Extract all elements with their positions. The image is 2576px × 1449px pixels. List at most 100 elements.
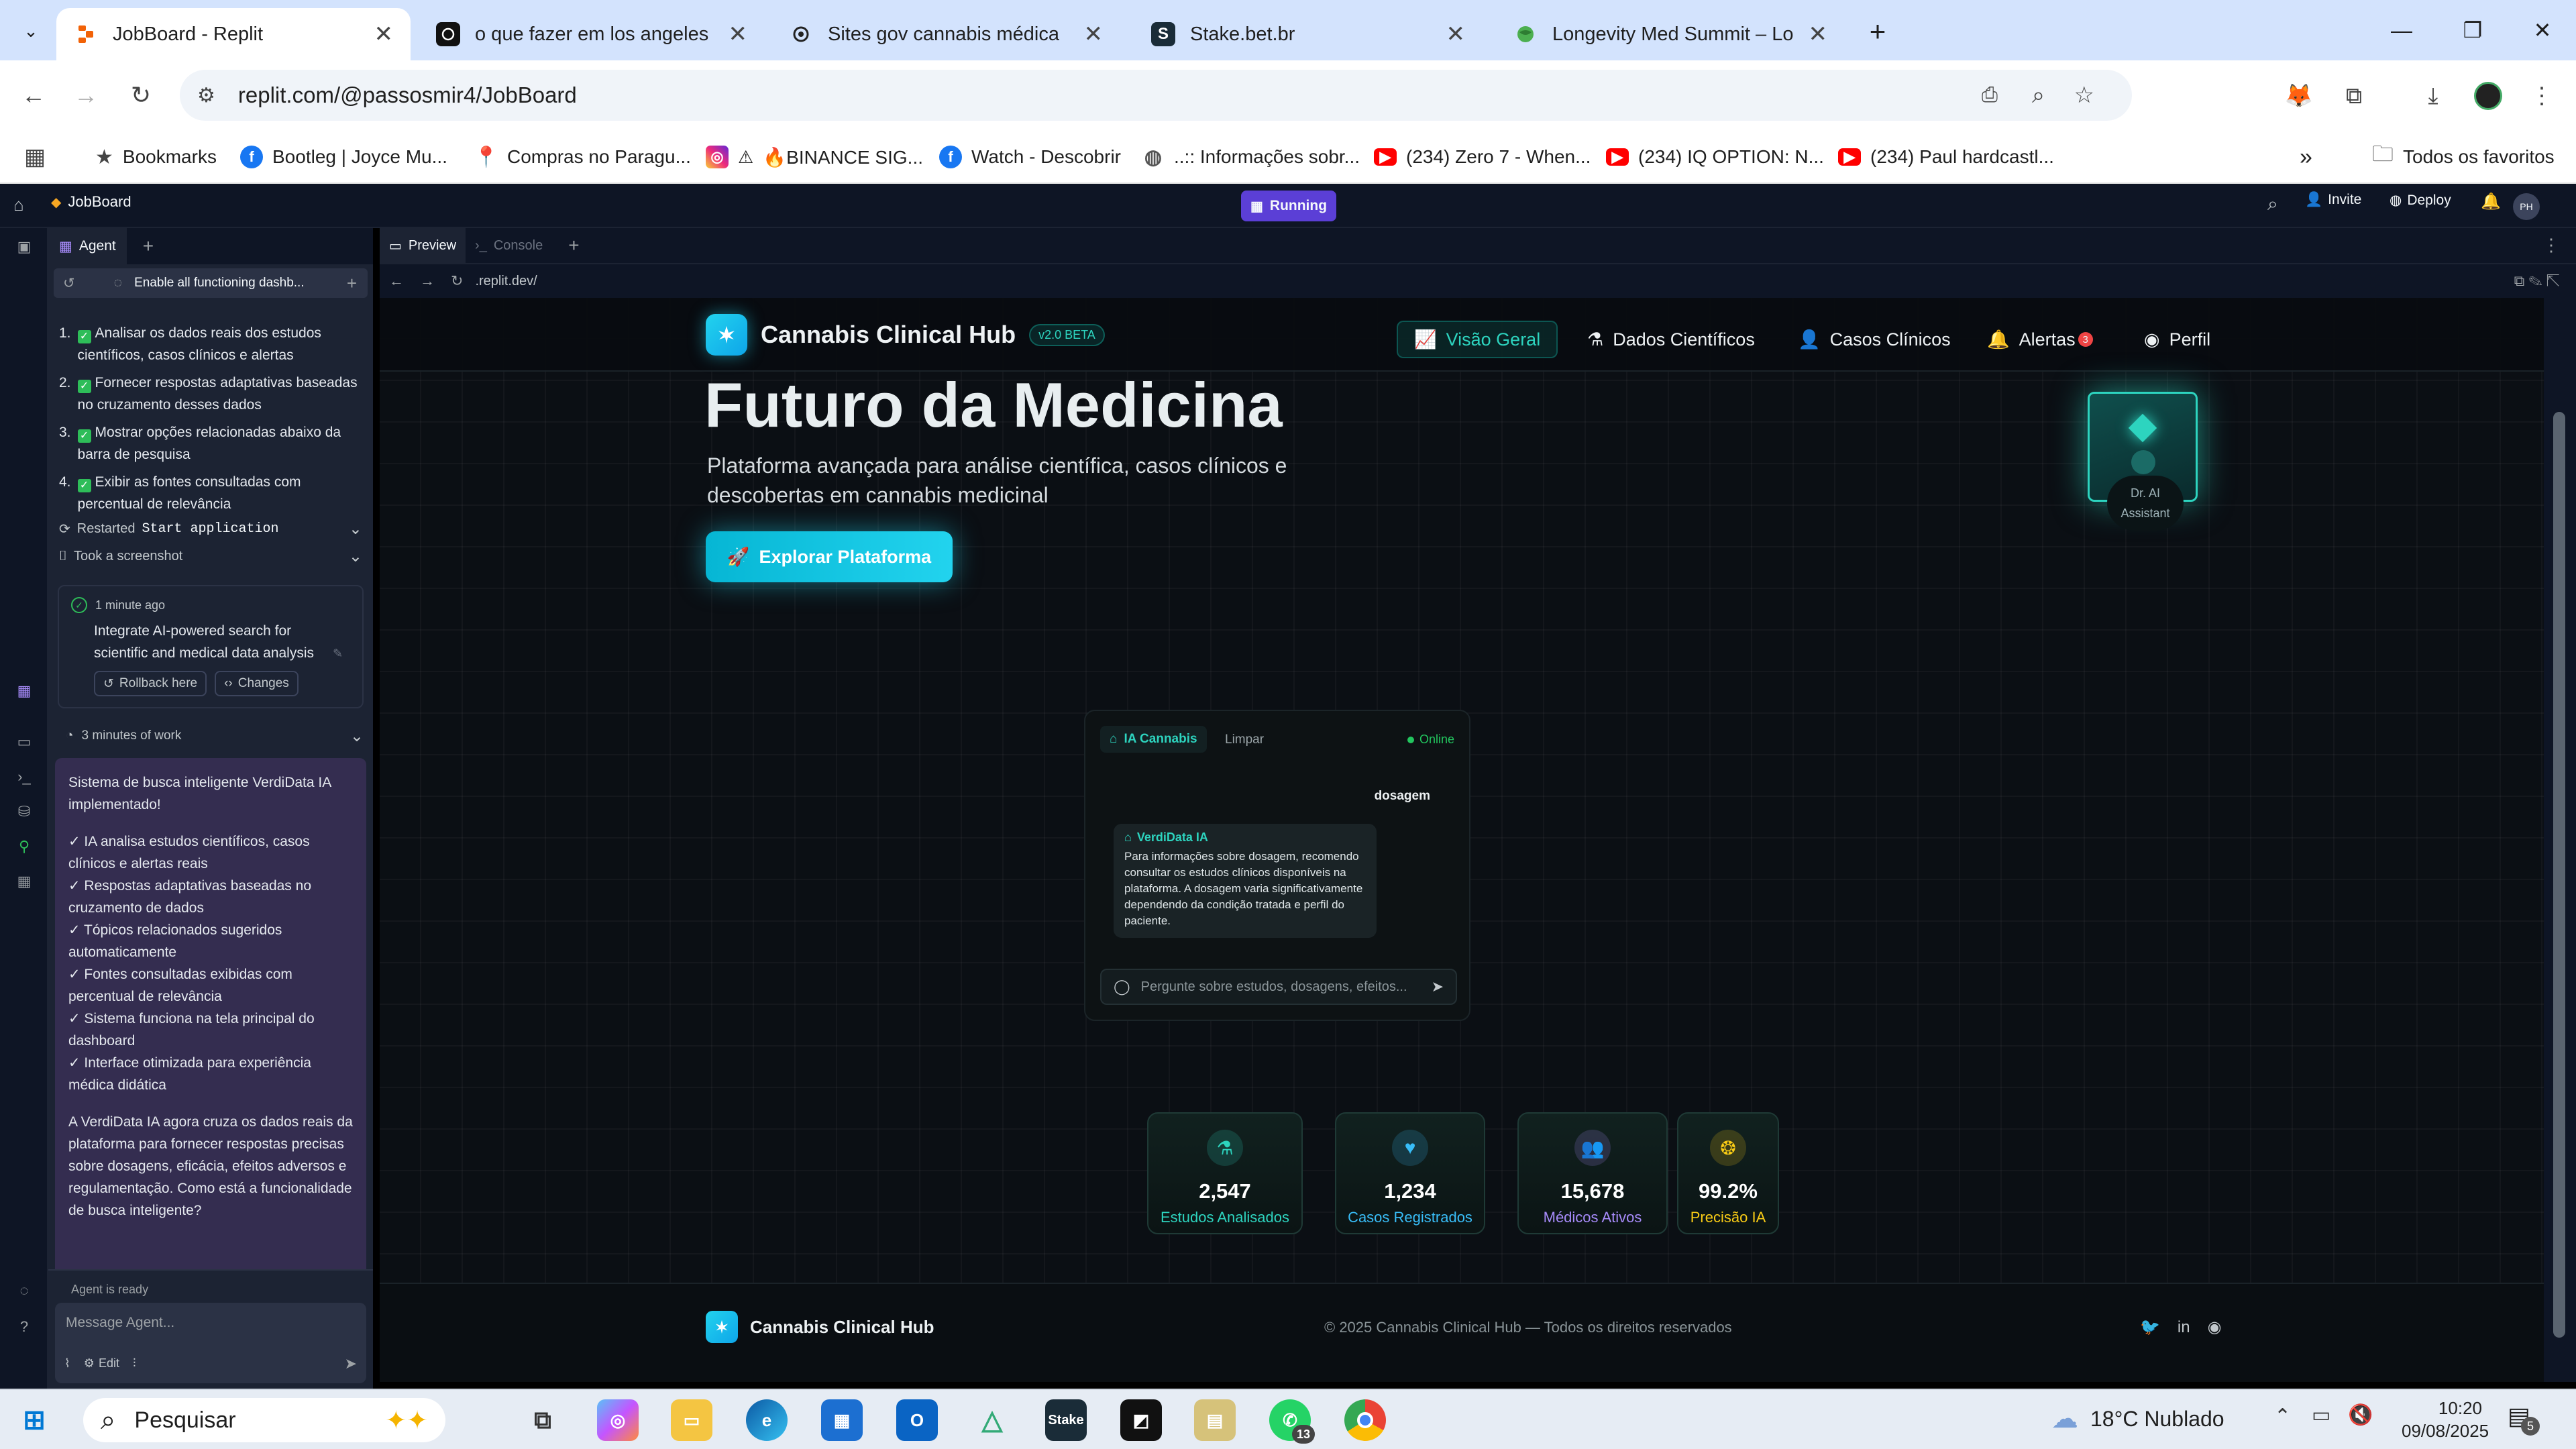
tab-cannabis-gov[interactable]: Sites gov cannabis médica ✕ xyxy=(771,8,1120,60)
close-tab-icon[interactable]: ✕ xyxy=(374,21,394,48)
preview-icon[interactable]: ▭ xyxy=(13,731,35,753)
more-options-icon[interactable]: ⋮ xyxy=(2542,235,2560,256)
tab-los-angeles[interactable]: o que fazer em los angeles ✕ xyxy=(419,8,765,60)
changes-button[interactable]: ‹› Changes xyxy=(215,671,299,696)
outlook-icon[interactable]: O xyxy=(896,1399,938,1441)
invite-button[interactable]: 👤 Invite xyxy=(2305,192,2361,208)
restarted-row[interactable]: ⟳ Restarted Start application ⌄ xyxy=(59,519,362,539)
preview-scrollbar[interactable] xyxy=(2544,298,2576,1382)
bookmark-item[interactable]: ★ Bookmarks xyxy=(95,140,217,174)
attach-icon[interactable]: ⌇ xyxy=(64,1356,70,1371)
minimize-button[interactable]: — xyxy=(2368,0,2435,60)
chat-tab-ia-cannabis[interactable]: ⌂ IA Cannabis xyxy=(1100,726,1207,753)
nav-dados-cientificos[interactable]: ⚗ Dados Científicos xyxy=(1571,321,1771,358)
bookmark-item[interactable]: ◍..:: Informações sobr... xyxy=(1142,140,1360,174)
files-icon[interactable]: ▣ xyxy=(13,236,35,258)
site-logo[interactable]: Cannabis Clinical Hub v2.0 BETA xyxy=(706,314,1105,356)
rollback-button[interactable]: ↺ Rollback here xyxy=(94,671,207,696)
edge-icon[interactable]: e xyxy=(746,1399,788,1441)
secrets-icon[interactable]: ⚲ xyxy=(13,836,35,857)
work-duration-row[interactable]: ◔ 3 minutes of work ⌄ xyxy=(66,727,364,746)
back-button[interactable]: ← xyxy=(17,79,50,111)
message-input[interactable]: Message Agent... ⌇ ⚙ Edit ⫶ ➤ xyxy=(55,1303,366,1383)
agent-icon[interactable]: ▦ xyxy=(13,680,35,702)
task-view-icon[interactable]: ⧉ xyxy=(522,1399,564,1441)
footer-brand[interactable]: Cannabis Clinical Hub xyxy=(706,1311,934,1343)
notifications-icon[interactable]: 🔔 xyxy=(2481,192,2501,211)
history-icon[interactable]: ↺ xyxy=(63,275,75,292)
weather-widget[interactable]: ☁ 18°C Nublado xyxy=(2051,1403,2224,1434)
open-new-window-icon[interactable]: ⧉ ✎ ⇱ xyxy=(2514,272,2560,290)
new-chat-button[interactable]: + xyxy=(347,273,357,294)
nav-perfil[interactable]: ◉ Perfil xyxy=(2128,321,2226,358)
chevron-down-icon[interactable]: ⌄ xyxy=(350,727,364,746)
bookmark-item[interactable]: 📍 Compras no Paragu... xyxy=(474,140,691,174)
bookmark-item[interactable]: ▶ (234) IQ OPTION: N... xyxy=(1606,140,1824,174)
metamask-extension-icon[interactable]: 🦊 xyxy=(2284,80,2314,111)
profile-avatar[interactable] xyxy=(2473,80,2504,111)
taskbar-search[interactable]: ⌕ Pesquisar ✦✦ xyxy=(83,1398,445,1442)
address-bar[interactable]: ⚙ replit.com/@passosmir4/JobBoard ⌕ ☆ ⎙ xyxy=(180,70,2132,121)
nav-casos-clinicos[interactable]: 👤 Casos Clínicos xyxy=(1782,321,1967,358)
close-tab-icon[interactable]: ✕ xyxy=(1446,21,1466,48)
notification-center-icon[interactable]: ▤ 5 xyxy=(2508,1402,2540,1436)
database-icon[interactable]: ⛁ xyxy=(13,801,35,822)
linkedin-icon[interactable]: in xyxy=(2178,1318,2190,1337)
project-name[interactable]: ◆ JobBoard xyxy=(51,193,131,211)
close-tab-icon[interactable]: ✕ xyxy=(1809,21,1828,48)
site-info-icon[interactable]: ⚙ xyxy=(197,84,215,107)
preview-url[interactable]: .replit.dev/ xyxy=(475,274,537,289)
copilot-icon[interactable]: ◎ xyxy=(597,1399,639,1441)
tab-agent[interactable]: ▦ Agent xyxy=(48,228,127,264)
chrome-icon[interactable] xyxy=(1344,1399,1386,1441)
chevron-down-icon[interactable]: ⌄ xyxy=(349,519,362,539)
new-tab-button[interactable]: + xyxy=(1861,15,1894,48)
clock[interactable]: 10:20 09/08/2025 xyxy=(2402,1397,2489,1442)
github-icon[interactable]: ◉ xyxy=(2208,1318,2222,1337)
stake-app-icon[interactable]: Stake xyxy=(1045,1399,1087,1441)
forward-icon[interactable]: → xyxy=(420,272,435,290)
mute-icon[interactable]: 🔇 xyxy=(2348,1403,2373,1427)
bookmark-item[interactable]: ▶ (234) Zero 7 - When... xyxy=(1374,140,1591,174)
install-app-icon[interactable]: ⎙ xyxy=(1982,84,1998,107)
new-tab-button[interactable]: + xyxy=(568,235,579,256)
close-tab-icon[interactable]: ✕ xyxy=(729,21,748,48)
settings-sliders-icon[interactable]: ⫶ xyxy=(133,1356,136,1371)
tab-jobboard[interactable]: JobBoard - Replit ✕ xyxy=(56,8,411,60)
clear-chat-button[interactable]: Limpar xyxy=(1225,733,1264,747)
close-window-button[interactable]: ✕ xyxy=(2509,0,2576,60)
windows-start-icon[interactable]: ⊞ xyxy=(13,1399,55,1441)
notes-app-icon[interactable]: ▤ xyxy=(1194,1399,1236,1441)
screenshot-row[interactable]: ⌷ Took a screenshot ⌄ xyxy=(59,547,362,566)
send-icon[interactable]: ➤ xyxy=(1432,978,1444,996)
app-icon[interactable]: △ xyxy=(971,1399,1013,1441)
back-icon[interactable]: ← xyxy=(389,272,404,290)
avatar[interactable]: PH xyxy=(2513,193,2540,220)
tab-longevity[interactable]: Longevity Med Summit – Longevity ✕ xyxy=(1496,8,1845,60)
extensions-icon[interactable]: ⧉ xyxy=(2339,80,2369,111)
nav-visao-geral[interactable]: 📈 Visão Geral xyxy=(1397,321,1558,358)
bookmark-item[interactable]: ◎ ⚠ 🔥BINANCE SIG... xyxy=(706,140,923,174)
downloads-icon[interactable]: ⤓ xyxy=(2418,80,2449,111)
reload-button[interactable]: ↻ xyxy=(125,79,157,111)
send-icon[interactable]: ➤ xyxy=(345,1355,357,1373)
tab-stake[interactable]: S Stake.bet.br ✕ xyxy=(1134,8,1483,60)
edit-icon[interactable]: ✎ xyxy=(333,647,343,661)
whatsapp-icon[interactable]: ✆ 13 xyxy=(1269,1399,1315,1444)
capcut-icon[interactable]: ◩ xyxy=(1120,1399,1162,1441)
running-status-button[interactable]: ▦ Running xyxy=(1241,191,1337,221)
tab-console[interactable]: ›_ Console xyxy=(466,227,552,264)
edit-mode-button[interactable]: ⚙ Edit xyxy=(84,1356,119,1371)
bookmark-item[interactable]: ▶ (234) Paul hardcastl... xyxy=(1838,140,2054,174)
display-icon[interactable]: ▭ xyxy=(2312,1403,2330,1427)
chevron-down-icon[interactable]: ⌄ xyxy=(349,547,362,566)
close-tab-icon[interactable]: ✕ xyxy=(1084,21,1104,48)
new-tab-button[interactable]: + xyxy=(143,235,154,257)
shell-icon[interactable]: ›_ xyxy=(13,766,35,788)
forward-button[interactable]: → xyxy=(70,79,102,111)
twitter-icon[interactable]: 🐦 xyxy=(2140,1318,2160,1337)
home-icon[interactable]: ⌂ xyxy=(13,195,24,215)
restore-button[interactable]: ❐ xyxy=(2439,0,2506,60)
reload-icon[interactable]: ↻ xyxy=(451,272,463,290)
feedback-icon[interactable]: ◌ xyxy=(13,1280,35,1301)
